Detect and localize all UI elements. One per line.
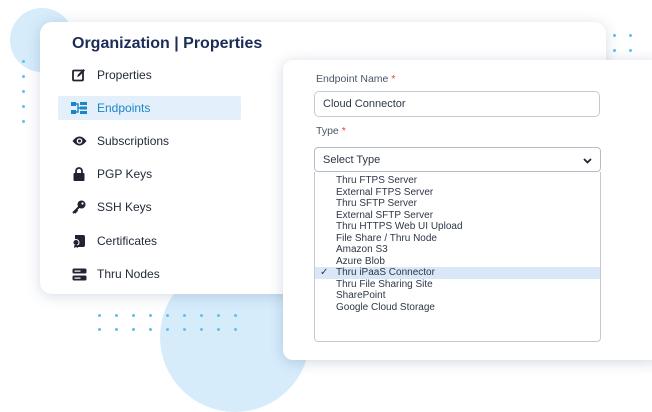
type-option[interactable]: Thru File Sharing Site bbox=[315, 279, 600, 291]
endpoint-form-panel: Endpoint Name * Type * Select Type Thru … bbox=[283, 60, 652, 360]
type-select[interactable]: Select Type bbox=[314, 147, 601, 172]
option-label: Thru File Sharing Site bbox=[336, 278, 433, 290]
sidebar-item-label: SSH Keys bbox=[97, 200, 152, 214]
field-label-text: Type bbox=[316, 125, 339, 137]
type-label: Type * bbox=[316, 125, 346, 137]
endpoint-name-label: Endpoint Name * bbox=[316, 73, 395, 85]
field-label-text: Endpoint Name bbox=[316, 73, 389, 85]
option-label: SharePoint bbox=[336, 290, 386, 301]
type-option[interactable]: External FTPS Server bbox=[315, 187, 600, 199]
option-label: External SFTP Server bbox=[336, 209, 434, 221]
key-icon bbox=[71, 199, 87, 215]
option-label: Thru HTTPS Web UI Upload bbox=[336, 221, 463, 232]
sidebar-item-label: Subscriptions bbox=[97, 134, 170, 148]
server-icon bbox=[71, 266, 87, 282]
endpoints-icon bbox=[71, 100, 87, 116]
option-label: External FTPS Server bbox=[336, 186, 434, 198]
type-select-value: Select Type bbox=[323, 153, 381, 166]
decor-dots bbox=[98, 314, 237, 331]
type-option[interactable]: SharePoint bbox=[315, 290, 600, 302]
certificate-icon bbox=[71, 233, 87, 249]
sidebar-item-label: Thru Nodes bbox=[97, 267, 160, 281]
sidebar-item-label: Properties bbox=[97, 68, 152, 82]
sidebar-item-label: Endpoints bbox=[97, 101, 151, 115]
lock-icon bbox=[71, 166, 87, 182]
option-label: Amazon S3 bbox=[336, 244, 388, 255]
decor-dots bbox=[22, 60, 25, 123]
sidebar-item-pgp-keys[interactable]: PGP Keys bbox=[58, 162, 241, 186]
type-option[interactable]: Azure Blob bbox=[315, 256, 600, 268]
sidebar-item-properties[interactable]: Properties bbox=[58, 63, 241, 87]
sidebar-item-ssh-keys[interactable]: SSH Keys bbox=[58, 195, 241, 219]
eye-icon bbox=[71, 133, 87, 149]
chevron-down-icon bbox=[583, 151, 592, 169]
sidebar-item-certificates[interactable]: Certificates bbox=[58, 229, 241, 253]
type-option[interactable]: Thru SFTP Server bbox=[315, 198, 600, 210]
type-option-selected[interactable]: ✓ Thru iPaaS Connector bbox=[315, 267, 600, 279]
type-option[interactable]: External SFTP Server bbox=[315, 210, 600, 222]
required-mark: * bbox=[391, 73, 396, 85]
option-label: Thru FTPS Server bbox=[336, 175, 418, 186]
type-option[interactable]: Amazon S3 bbox=[315, 244, 600, 256]
option-label: Azure Blob bbox=[336, 255, 385, 267]
endpoint-name-input[interactable] bbox=[314, 91, 600, 117]
required-mark: * bbox=[341, 125, 346, 137]
sidebar-item-label: PGP Keys bbox=[97, 167, 153, 181]
type-option[interactable]: Thru FTPS Server bbox=[315, 175, 600, 187]
option-label: Google Cloud Storage bbox=[336, 301, 435, 313]
type-dropdown-list: Thru FTPS Server External FTPS Server Th… bbox=[314, 172, 601, 342]
page-title: Organization | Properties bbox=[72, 35, 263, 52]
sidebar-item-endpoints[interactable]: Endpoints bbox=[58, 96, 241, 120]
check-icon: ✓ bbox=[320, 267, 329, 278]
sidebar-item-subscriptions[interactable]: Subscriptions bbox=[58, 129, 241, 153]
option-label: Thru iPaaS Connector bbox=[336, 267, 435, 278]
type-option[interactable]: Google Cloud Storage bbox=[315, 302, 600, 314]
type-option[interactable]: Thru HTTPS Web UI Upload bbox=[315, 221, 600, 233]
option-label: File Share / Thru Node bbox=[336, 232, 437, 244]
sidebar-item-label: Certificates bbox=[97, 234, 158, 248]
option-label: Thru SFTP Server bbox=[336, 198, 417, 209]
sidebar-item-thru-nodes[interactable]: Thru Nodes bbox=[58, 262, 241, 286]
edit-icon bbox=[71, 67, 87, 83]
type-option[interactable]: File Share / Thru Node bbox=[315, 233, 600, 245]
